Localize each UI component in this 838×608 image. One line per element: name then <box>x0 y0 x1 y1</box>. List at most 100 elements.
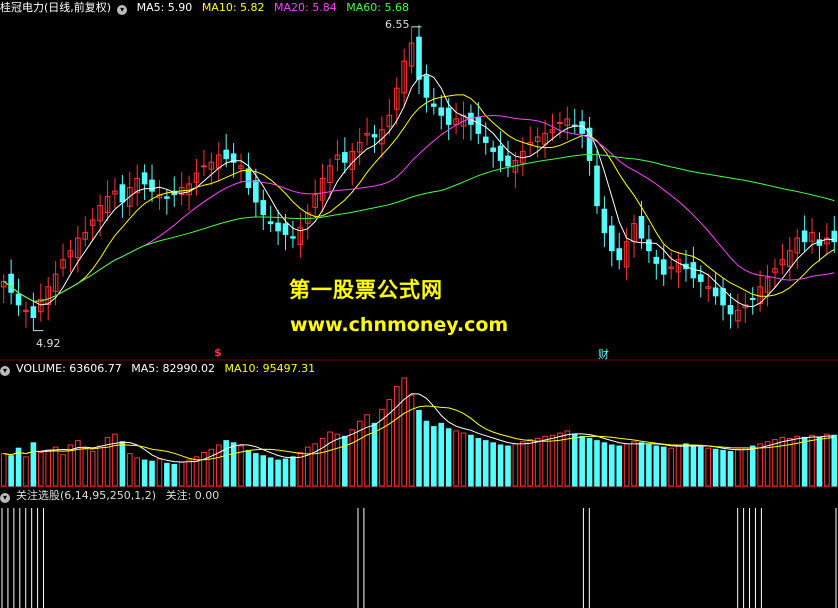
volume-bar <box>215 444 222 487</box>
candle-body <box>505 155 511 167</box>
candle-body <box>727 305 734 315</box>
volume-bar <box>660 446 667 487</box>
volume-bar <box>690 445 697 487</box>
candle-body <box>646 239 652 252</box>
volume-bar <box>527 439 534 487</box>
volume-bar <box>416 409 422 487</box>
volume-bar <box>675 444 682 487</box>
volume-bar <box>609 444 615 487</box>
volume-bar <box>549 434 556 487</box>
candle-body <box>749 297 756 300</box>
candle-body <box>801 230 808 243</box>
candle-body <box>557 122 563 125</box>
volume-bar <box>334 433 341 487</box>
volume-bar <box>393 386 400 487</box>
volume-bar <box>816 436 823 487</box>
volume-bar <box>8 455 14 487</box>
candle-body <box>371 134 378 138</box>
volume-bar <box>431 426 437 487</box>
volume-bar <box>230 442 237 487</box>
volume-bar <box>245 449 252 487</box>
volume-bar <box>638 442 645 487</box>
candle-body <box>616 248 623 261</box>
volume-bar <box>512 443 519 487</box>
volume-bar <box>542 435 548 487</box>
candle-body <box>290 236 296 239</box>
volume-bar <box>149 460 155 487</box>
volume-bar <box>705 447 712 487</box>
volume-bar <box>460 432 467 487</box>
volume-bar <box>282 458 289 487</box>
volume-bar <box>698 446 704 487</box>
candle-body <box>594 165 600 207</box>
candle-body <box>164 196 170 199</box>
volume-bar <box>178 461 185 487</box>
volume-bar <box>119 441 126 487</box>
candle-body <box>201 165 207 168</box>
volume-bar <box>364 414 370 487</box>
volume-bar <box>319 437 326 487</box>
candle-body <box>482 136 489 143</box>
volume-bar <box>423 420 430 487</box>
volume-bar <box>631 441 637 487</box>
candle-body <box>698 274 704 282</box>
volume-bar <box>342 435 348 487</box>
volume-bar <box>742 447 749 487</box>
volume-bar <box>831 434 838 487</box>
volume-bar <box>468 434 474 487</box>
volume-bar <box>37 452 44 487</box>
candle-body <box>416 36 422 80</box>
volume-bar <box>475 437 482 487</box>
volume-bar <box>809 434 815 487</box>
volume-bar <box>260 455 267 487</box>
volume-bar <box>520 441 526 487</box>
volume-bar <box>490 442 496 487</box>
volume-bar <box>208 448 215 487</box>
dollar-marker: $ <box>214 346 222 359</box>
volume-bar <box>15 447 22 487</box>
candle-body <box>342 152 348 163</box>
volume-bar <box>557 432 563 487</box>
volume-bar <box>112 433 118 487</box>
volume-bar <box>201 452 207 487</box>
volume-bar <box>616 445 623 487</box>
volume-bar <box>646 444 652 487</box>
volume-bar <box>712 448 719 487</box>
candle-body <box>497 145 504 161</box>
volume-bar <box>727 450 734 487</box>
volume-bar <box>623 443 630 487</box>
volume-bar <box>764 441 771 487</box>
chart-canvas[interactable] <box>0 0 838 608</box>
candle-body <box>282 223 289 235</box>
low-price-label: 4.92 <box>36 337 61 350</box>
volume-bar <box>60 454 66 487</box>
candle-body <box>653 256 660 264</box>
high-price-label: 6.55 <box>385 18 410 31</box>
volume-bar <box>186 459 192 487</box>
candle-body <box>223 149 229 160</box>
candle-body <box>438 107 445 116</box>
candle-body <box>8 273 14 293</box>
volume-bar <box>534 437 541 487</box>
volume-bar <box>579 435 585 487</box>
volume-bar <box>594 440 600 487</box>
volume-bar <box>97 445 103 487</box>
candle-body <box>601 208 608 234</box>
candle-body <box>267 221 274 225</box>
volume-bar <box>290 456 296 487</box>
candle-body <box>30 306 37 319</box>
candle-body <box>119 184 126 203</box>
volume-bar <box>801 436 808 487</box>
candle-body <box>445 107 452 125</box>
candle-body <box>431 103 437 107</box>
volume-bar <box>720 449 726 487</box>
volume-bar <box>749 445 756 487</box>
candle-body <box>141 172 148 185</box>
cai-marker: 财 <box>598 348 609 361</box>
volume-bar <box>401 377 407 487</box>
watermark-title: 第一股票公式网 <box>289 278 443 302</box>
candle-body <box>660 259 667 275</box>
volume-bar <box>267 457 274 487</box>
volume-bar <box>23 456 29 487</box>
volume-bar <box>586 437 593 487</box>
